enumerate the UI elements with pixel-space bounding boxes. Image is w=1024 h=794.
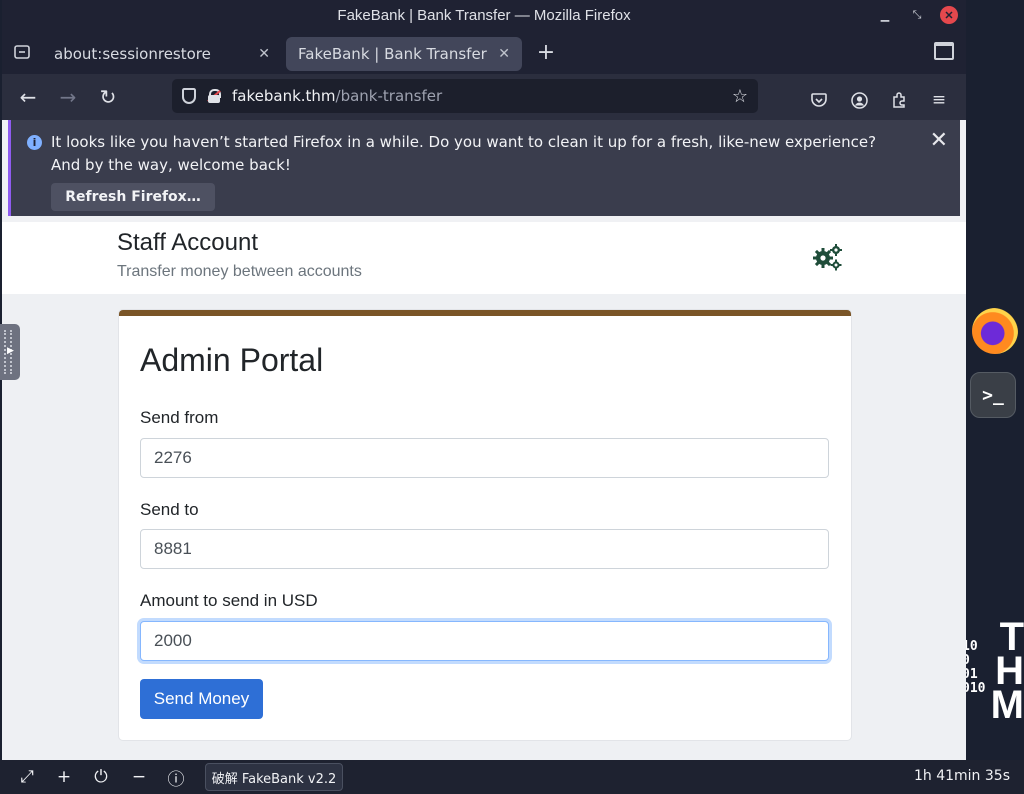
forward-icon[interactable]: → [48,77,88,117]
power-icon[interactable]: ⏻ [90,766,112,788]
tab-close-icon[interactable]: ✕ [258,46,270,62]
info-icon: i [27,135,42,150]
page-header: Staff Account Transfer money between acc… [2,222,966,294]
send-to-input[interactable]: 8881 [140,529,829,569]
tracking-shield-icon[interactable] [182,88,196,104]
page-title: Staff Account [117,229,258,256]
send-from-input[interactable]: 2276 [140,438,829,478]
extensions-icon[interactable] [882,80,916,120]
fakebank-task-button[interactable]: 破解 FakeBank v2.2 [205,763,343,791]
new-tab-icon[interactable]: + [528,40,564,65]
url-path: /bank-transfer [335,87,443,105]
reload-icon[interactable]: ↻ [88,77,128,117]
menu-icon[interactable]: ≡ [922,80,956,120]
tryhackme-logo: 10001010 THM [962,615,1024,727]
navigation-toolbar: ← → ↻ fakebank.thm /bank-transfer ☆ ≡ [2,74,966,120]
title-bar: FakeBank | Bank Transfer — Mozilla Firef… [2,0,966,30]
restore-icon[interactable]: ⤡ [908,6,926,24]
fullscreen-icon[interactable]: ⤢ [16,766,38,788]
url-bar[interactable]: fakebank.thm /bank-transfer ☆ [172,79,758,113]
bookmark-star-icon[interactable]: ☆ [732,86,748,107]
session-timer: 1h 41min 35s [913,768,1010,784]
refresh-notification: i It looks like you haven’t started Fire… [8,120,960,216]
info-icon[interactable]: ⓘ [165,766,187,790]
refresh-firefox-button[interactable]: Refresh Firefox… [51,183,215,211]
add-icon[interactable]: + [53,766,75,788]
tab-bar: about:sessionrestore ✕ FakeBank | Bank T… [2,30,966,74]
admin-portal-card: Admin Portal Send from 2276 Send to 8881… [119,310,851,740]
send-money-button[interactable]: Send Money [140,679,263,719]
page-content: Staff Account Transfer money between acc… [2,222,966,760]
tab-close-icon[interactable]: ✕ [498,46,510,62]
firefox-dock-icon[interactable] [972,308,1018,354]
taskbar: ⤢ + ⏻ − ⓘ 破解 FakeBank v2.2 1h 41min 35s [0,760,1024,794]
tab-label: FakeBank | Bank Transfer [298,45,487,63]
account-icon[interactable] [842,80,876,120]
send-to-label: Send to [140,500,199,519]
side-panel-handle[interactable]: ▶ [0,324,20,380]
notification-message: It looks like you haven’t started Firefo… [51,133,877,174]
pocket-icon[interactable] [802,80,836,120]
firefox-view-icon[interactable] [934,42,954,60]
amount-input[interactable]: 2000 [140,621,829,661]
settings-gears-icon[interactable] [812,242,844,272]
tab-bank-transfer[interactable]: FakeBank | Bank Transfer ✕ [286,37,522,71]
insecure-lock-icon[interactable] [207,89,221,103]
window-title: FakeBank | Bank Transfer — Mozilla Firef… [337,6,631,24]
back-icon[interactable]: ← [8,77,48,117]
tab-sessionrestore[interactable]: about:sessionrestore ✕ [42,37,282,71]
terminal-dock-icon[interactable]: >_ [970,372,1016,418]
close-icon[interactable]: ✕ [940,6,958,24]
browser-window: FakeBank | Bank Transfer — Mozilla Firef… [2,0,966,760]
minimize-panel-icon[interactable]: − [128,766,150,788]
amount-label: Amount to send in USD [140,591,318,610]
page-subtitle: Transfer money between accounts [117,263,362,280]
minimize-icon[interactable]: ▁ [876,6,894,24]
tab-label: about:sessionrestore [54,45,211,63]
card-title: Admin Portal [140,342,324,378]
notification-close-icon[interactable]: ✕ [930,128,948,153]
url-host: fakebank.thm [232,87,336,105]
tab-list-icon[interactable] [2,30,42,74]
send-from-label: Send from [140,408,219,427]
